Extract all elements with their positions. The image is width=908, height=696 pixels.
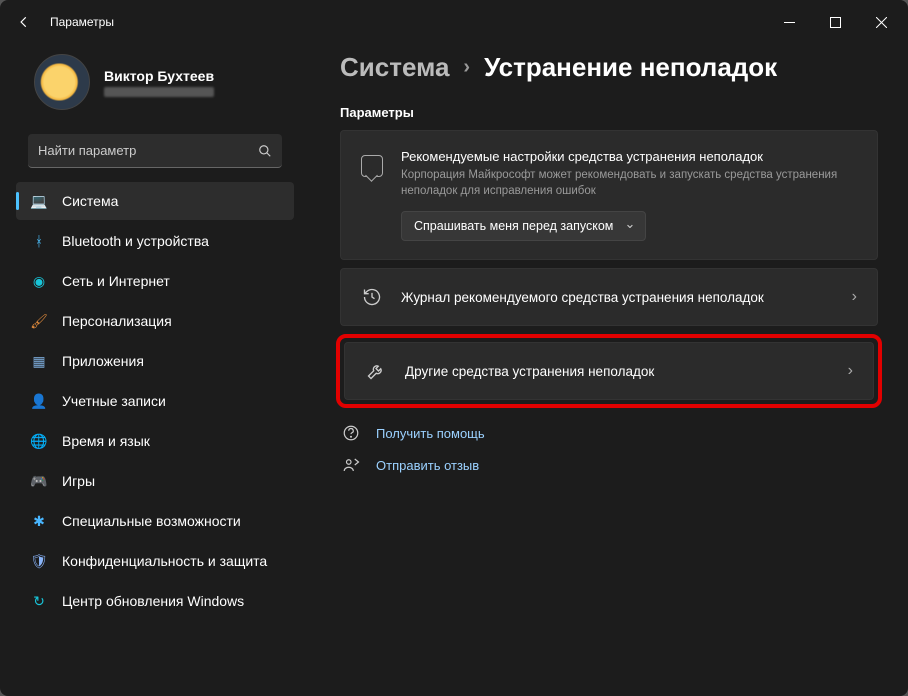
footer-links: Получить помощь Отправить отзыв [340, 424, 878, 474]
avatar [34, 54, 90, 110]
sidebar-item-update[interactable]: ↻ Центр обновления Windows [16, 582, 294, 620]
sidebar: Виктор Бухтеев Найти параметр 💻 Система ᚼB… [0, 44, 310, 696]
search-input[interactable]: Найти параметр [28, 134, 282, 168]
privacy-icon: 🛡 [30, 552, 48, 570]
sidebar-item-label: Игры [62, 473, 95, 489]
sidebar-item-personal[interactable]: 🖌 Персонализация [16, 302, 294, 340]
time-icon: 🌐 [30, 432, 48, 450]
sidebar-item-privacy[interactable]: 🛡 Конфиденциальность и защита [16, 542, 294, 580]
personal-icon: 🖌 [30, 312, 48, 330]
sidebar-item-system[interactable]: 💻 Система [16, 182, 294, 220]
chevron-right-icon: › [463, 56, 470, 79]
chat-icon [361, 155, 383, 177]
other-label: Другие средства устранения неполадок [405, 364, 830, 379]
maximize-button[interactable] [812, 2, 858, 42]
sidebar-item-access[interactable]: ✱ Специальные возможности [16, 502, 294, 540]
update-icon: ↻ [30, 592, 48, 610]
titlebar: Параметры [0, 0, 908, 44]
profile-name: Виктор Бухтеев [104, 68, 214, 84]
minimize-button[interactable] [766, 2, 812, 42]
apps-icon: ▦ [30, 352, 48, 370]
sidebar-item-label: Центр обновления Windows [62, 593, 244, 609]
sidebar-item-network[interactable]: ◉ Сеть и Интернет [16, 262, 294, 300]
sidebar-item-label: Время и язык [62, 433, 150, 449]
sidebar-item-label: Специальные возможности [62, 513, 241, 529]
profile-block[interactable]: Виктор Бухтеев [10, 44, 300, 130]
card-recommended: Рекомендуемые настройки средства устране… [340, 130, 878, 260]
sidebar-item-accounts[interactable]: 👤 Учетные записи [16, 382, 294, 420]
main-content: Система › Устранение неполадок Параметры… [310, 44, 908, 696]
back-button[interactable] [4, 2, 44, 42]
window-controls [766, 2, 904, 42]
network-icon: ◉ [30, 272, 48, 290]
sidebar-item-label: Сеть и Интернет [62, 273, 170, 289]
bluetooth-icon: ᚼ [30, 232, 48, 250]
chevron-right-icon: › [848, 362, 853, 380]
sidebar-item-label: Bluetooth и устройства [62, 233, 209, 249]
breadcrumb: Система › Устранение неполадок [340, 52, 878, 83]
card-other-troubleshooters[interactable]: Другие средства устранения неполадок › [344, 342, 874, 400]
search-icon [258, 144, 272, 158]
chevron-right-icon: › [852, 288, 857, 306]
games-icon: 🎮 [30, 472, 48, 490]
sidebar-item-label: Конфиденциальность и защита [62, 553, 267, 569]
sidebar-item-time[interactable]: 🌐 Время и язык [16, 422, 294, 460]
sidebar-item-apps[interactable]: ▦ Приложения [16, 342, 294, 380]
window-title: Параметры [50, 15, 114, 29]
history-label: Журнал рекомендуемого средства устранени… [401, 290, 834, 305]
breadcrumb-root[interactable]: Система [340, 52, 449, 83]
card-history[interactable]: Журнал рекомендуемого средства устранени… [340, 268, 878, 326]
highlight-box: Другие средства устранения неполадок › [336, 334, 882, 408]
section-label: Параметры [340, 105, 878, 120]
profile-email-redacted [104, 87, 214, 97]
search-placeholder: Найти параметр [38, 143, 258, 158]
settings-window: Параметры Виктор Бухтеев Найти параметр … [0, 0, 908, 696]
sidebar-item-label: Учетные записи [62, 393, 166, 409]
sidebar-item-label: Приложения [62, 353, 144, 369]
access-icon: ✱ [30, 512, 48, 530]
link-feedback[interactable]: Отправить отзыв [340, 456, 878, 474]
system-icon: 💻 [30, 192, 48, 210]
breadcrumb-current: Устранение неполадок [484, 52, 777, 83]
sidebar-item-bluetooth[interactable]: ᚼ Bluetooth и устройства [16, 222, 294, 260]
link-help[interactable]: Получить помощь [340, 424, 878, 442]
sidebar-item-label: Персонализация [62, 313, 172, 329]
close-button[interactable] [858, 2, 904, 42]
sidebar-item-label: Система [62, 193, 118, 209]
recommended-title: Рекомендуемые настройки средства устране… [401, 149, 857, 164]
sidebar-item-games[interactable]: 🎮 Игры [16, 462, 294, 500]
accounts-icon: 👤 [30, 392, 48, 410]
wrench-icon [365, 361, 387, 381]
help-icon [340, 424, 362, 442]
nav-list: 💻 Система ᚼ Bluetooth и устройства ◉ Сеть и И… [10, 182, 300, 620]
recommended-desc: Корпорация Майкрософт может рекомендоват… [401, 167, 857, 199]
feedback-icon [340, 456, 362, 474]
history-icon [361, 287, 383, 307]
recommended-dropdown[interactable]: Спрашивать меня перед запуском [401, 211, 646, 241]
